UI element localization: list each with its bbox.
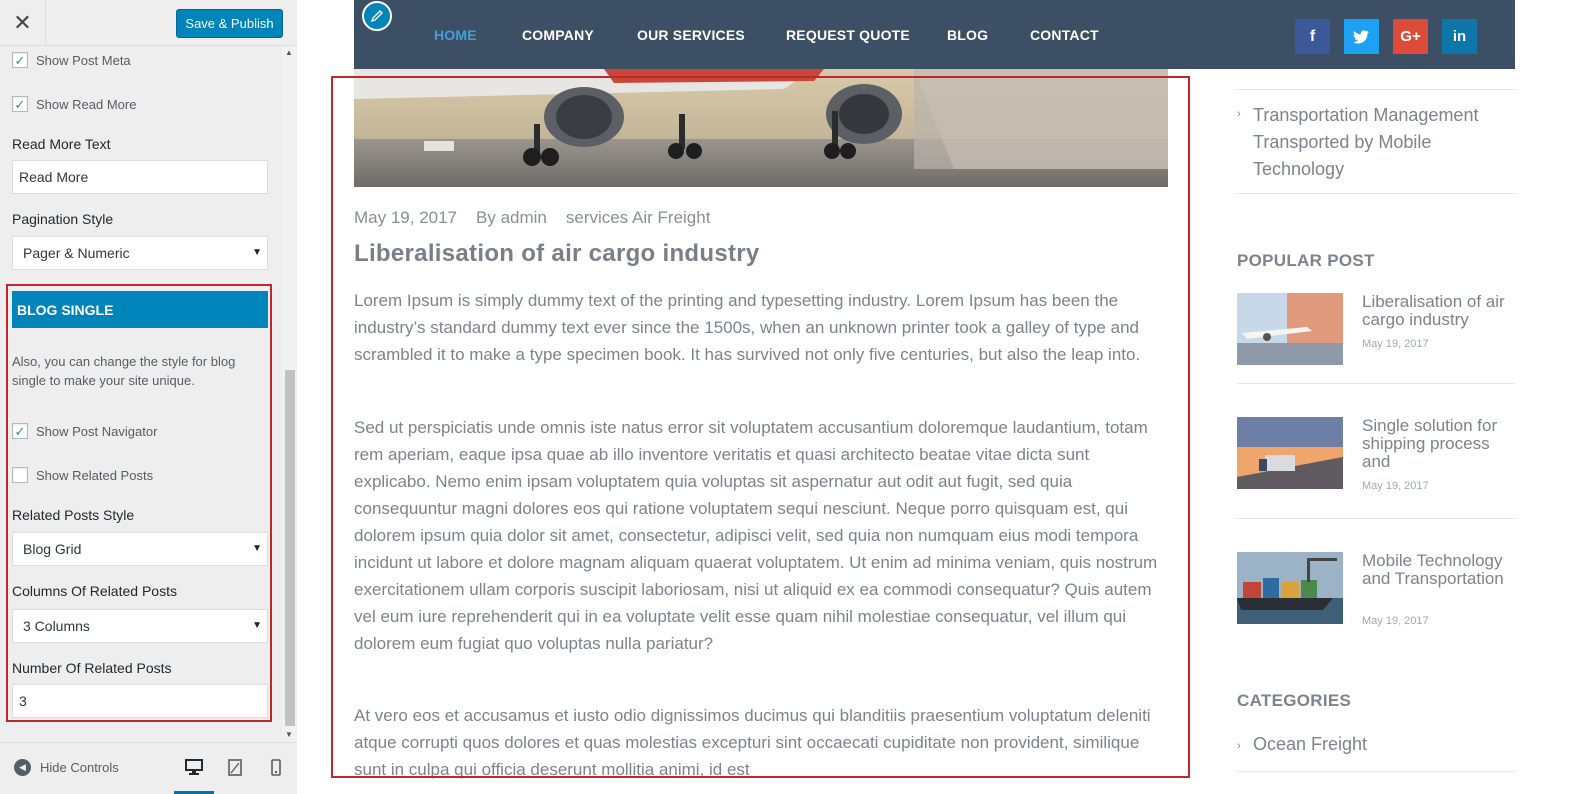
pagination-style-select[interactable]: Pager & Numeric ▼ — [12, 236, 268, 270]
divider — [1237, 771, 1515, 772]
pencil-icon[interactable] — [362, 1, 392, 31]
collapse-arrow-icon: ◀ — [14, 759, 31, 776]
blog-single-description: Also, you can change the style for blog … — [12, 354, 236, 388]
scroll-up-arrow-icon[interactable]: ▲ — [285, 48, 293, 57]
related-posts-style-value: Blog Grid — [23, 541, 82, 557]
show-post-meta-label: Show Post Meta — [36, 52, 131, 68]
select-caret-icon: ▼ — [252, 247, 262, 258]
post-paragraph: At vero eos et accusamus et iusto odio d… — [354, 706, 1151, 779]
categories-title: CATEGORIES — [1237, 691, 1352, 710]
show-post-navigator-label: Show Post Navigator — [36, 423, 158, 439]
divider — [1237, 383, 1515, 384]
nav-home[interactable]: HOME — [434, 27, 477, 43]
hide-controls-label: Hide Controls — [40, 760, 119, 775]
scrollbar-thumb[interactable] — [285, 370, 295, 726]
select-caret-icon: ▼ — [252, 543, 262, 554]
select-caret-icon: ▼ — [252, 620, 262, 631]
read-more-text-label: Read More Text — [12, 136, 111, 152]
show-read-more-label: Show Read More — [36, 96, 137, 112]
post-paragraph: Lorem Ipsum is simply dummy text of the … — [354, 291, 1141, 364]
show-read-more-checkbox[interactable]: ✓ — [12, 96, 28, 112]
post-category[interactable]: services Air Freight — [566, 208, 711, 228]
columns-related-label: Columns Of Related Posts — [12, 583, 177, 599]
linkedin-icon[interactable]: in — [1442, 19, 1477, 54]
number-related-input[interactable]: 3 — [12, 684, 268, 718]
pagination-style-label: Pagination Style — [12, 211, 114, 227]
columns-related-select[interactable]: 3 Columns ▼ — [12, 609, 268, 643]
pagination-style-value: Pager & Numeric — [23, 245, 130, 261]
related-posts-style-label: Related Posts Style — [12, 507, 135, 523]
customizer-footer: ◀ Hide Controls — [0, 742, 297, 794]
divider — [1237, 193, 1515, 194]
chevron-right-icon: › — [1237, 108, 1241, 120]
customizer-header: ✕ Save & Publish — [0, 0, 297, 46]
nav-request-quote[interactable]: REQUEST QUOTE — [786, 27, 910, 43]
show-read-more-option[interactable]: ✓ Show Read More — [12, 96, 136, 112]
show-post-navigator-option[interactable]: ✓ Show Post Navigator — [12, 423, 157, 439]
popular-post-thumbnail[interactable] — [1237, 417, 1343, 489]
tablet-preview-icon[interactable] — [225, 757, 245, 777]
customizer-controls: ✓ Show Post Meta ✓ Show Read More Read M… — [0, 46, 282, 742]
post-author[interactable]: By admin — [476, 208, 547, 228]
highlight-box — [6, 284, 272, 722]
post-title: Liberalisation of air cargo industry — [354, 240, 760, 267]
chevron-right-icon: › — [1237, 740, 1241, 752]
popular-post-link[interactable]: Mobile Technology and Transportation — [1362, 552, 1520, 588]
save-publish-button[interactable]: Save & Publish — [176, 9, 283, 38]
post-paragraph: Sed ut perspiciatis unde omnis iste natu… — [354, 418, 1158, 653]
divider — [1237, 518, 1515, 519]
post-featured-image — [354, 69, 1168, 187]
blog-single-section-header[interactable]: BLOG SINGLE — [12, 291, 268, 328]
nav-company[interactable]: COMPANY — [522, 27, 594, 43]
popular-post-date: May 19, 2017 — [1362, 615, 1429, 627]
show-post-meta-checkbox[interactable]: ✓ — [12, 52, 28, 68]
twitter-icon[interactable] — [1344, 19, 1379, 54]
related-posts-style-select[interactable]: Blog Grid ▼ — [12, 532, 268, 566]
post-date[interactable]: May 19, 2017 — [354, 208, 457, 228]
number-related-label: Number Of Related Posts — [12, 660, 172, 676]
site-preview: HOME COMPANY OUR SERVICES REQUEST QUOTE … — [298, 0, 1580, 794]
facebook-icon[interactable]: f — [1295, 19, 1330, 54]
panel-scrollbar[interactable]: ▲ ▼ — [282, 46, 297, 742]
read-more-text-input[interactable]: Read More — [12, 160, 268, 194]
scroll-down-arrow-icon[interactable]: ▼ — [285, 730, 293, 739]
popular-post-title: POPULAR POST — [1237, 251, 1375, 270]
popular-post-date: May 19, 2017 — [1362, 338, 1429, 350]
popular-post-link[interactable]: Single solution for shipping process and — [1362, 417, 1520, 471]
popular-post-date: May 19, 2017 — [1362, 480, 1429, 492]
customizer-panel: ✕ Save & Publish ✓ Show Post Meta ✓ Show… — [0, 0, 297, 794]
popular-post-thumbnail[interactable] — [1237, 293, 1343, 365]
show-related-posts-option[interactable]: Show Related Posts — [12, 467, 153, 483]
mobile-preview-icon[interactable] — [266, 757, 286, 777]
show-post-navigator-checkbox[interactable]: ✓ — [12, 423, 28, 439]
sidebar-post-link[interactable]: Transportation Management Transported by… — [1253, 102, 1503, 183]
show-related-posts-checkbox[interactable] — [12, 467, 28, 483]
main-navbar: HOME COMPANY OUR SERVICES REQUEST QUOTE … — [354, 0, 1515, 69]
close-icon[interactable]: ✕ — [0, 0, 46, 45]
google-plus-icon[interactable]: G+ — [1393, 19, 1428, 54]
category-link[interactable]: Ocean Freight — [1253, 734, 1367, 755]
nav-blog[interactable]: BLOG — [947, 27, 988, 43]
nav-contact[interactable]: CONTACT — [1030, 27, 1099, 43]
popular-post-link[interactable]: Liberalisation of air cargo industry — [1362, 293, 1520, 329]
divider — [1237, 89, 1515, 90]
popular-post-thumbnail[interactable] — [1237, 552, 1343, 624]
show-related-posts-label: Show Related Posts — [36, 467, 154, 483]
desktop-preview-icon[interactable] — [184, 757, 204, 777]
post-meta: May 19, 2017 By admin services Air Freig… — [354, 208, 729, 228]
columns-related-value: 3 Columns — [23, 618, 90, 634]
show-post-meta-option[interactable]: ✓ Show Post Meta — [12, 52, 131, 68]
nav-our-services[interactable]: OUR SERVICES — [637, 27, 745, 43]
hide-controls-button[interactable]: ◀ Hide Controls — [14, 759, 119, 776]
